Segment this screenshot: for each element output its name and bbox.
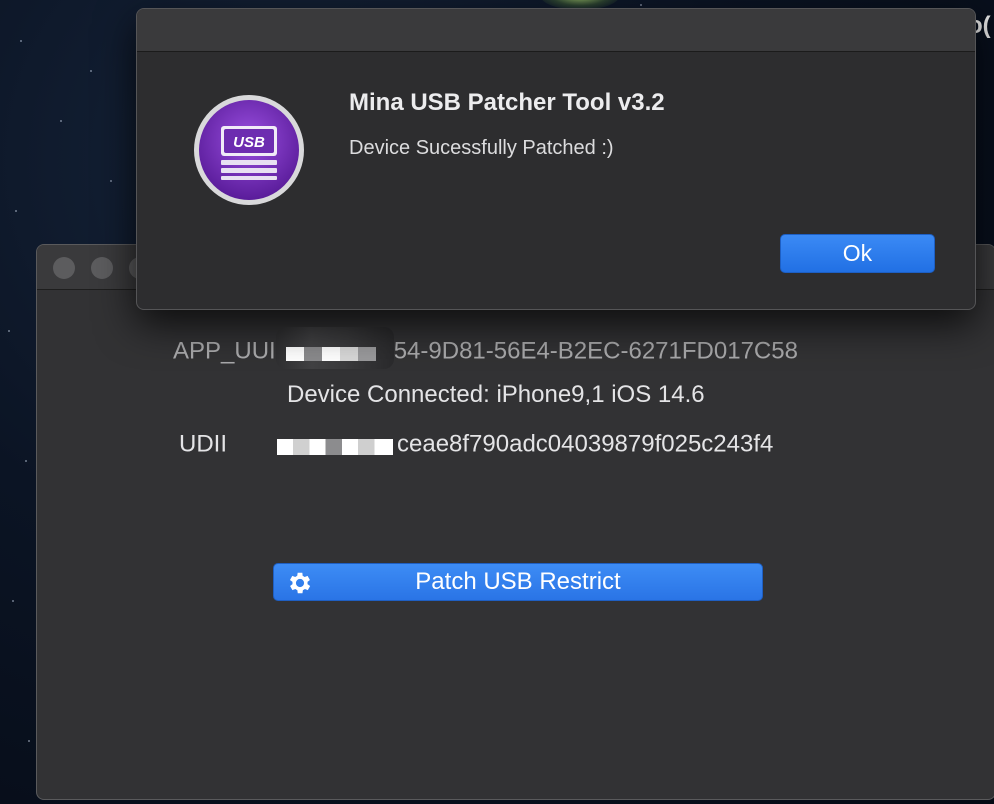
udid-line: UDII ceae8f790adc04039879f025c243f4 — [179, 421, 774, 461]
main-window: APP_UUI 54-9D81-56E4-B2EC-6271FD017C58 De… — [36, 244, 994, 800]
alert-dialog: USB Mina USB Patcher Tool v3.2 Device Su… — [136, 8, 976, 310]
app-uuid-value: 54-9D81-56E4-B2EC-6271FD017C58 — [393, 337, 798, 365]
alert-message: Device Sucessfully Patched :) — [349, 137, 614, 159]
svg-text:USB: USB — [233, 134, 265, 151]
close-window-button[interactable] — [53, 257, 75, 279]
redaction-blur — [227, 421, 397, 461]
patch-button-label: Patch USB Restrict — [415, 568, 621, 595]
minimize-window-button[interactable] — [91, 257, 113, 279]
alert-title: Mina USB Patcher Tool v3.2 — [349, 89, 665, 116]
alert-title-bar — [137, 9, 975, 52]
udid-value: ceae8f790adc04039879f025c243f4 — [397, 430, 774, 458]
app-uuid-line: APP_UUI 54-9D81-56E4-B2EC-6271FD017C58 — [173, 327, 798, 369]
ok-button[interactable]: Ok — [780, 234, 935, 273]
udid-label: UDII — [179, 430, 227, 458]
redaction-blur — [275, 327, 394, 369]
app-uuid-label: APP_UUI — [173, 337, 276, 365]
patch-usb-restrict-button[interactable]: Patch USB Restrict — [273, 563, 763, 601]
gear-icon — [289, 572, 311, 594]
device-connected-status: Device Connected: iPhone9,1 iOS 14.6 — [287, 381, 705, 408]
usb-drive-icon: USB — [194, 95, 304, 205]
